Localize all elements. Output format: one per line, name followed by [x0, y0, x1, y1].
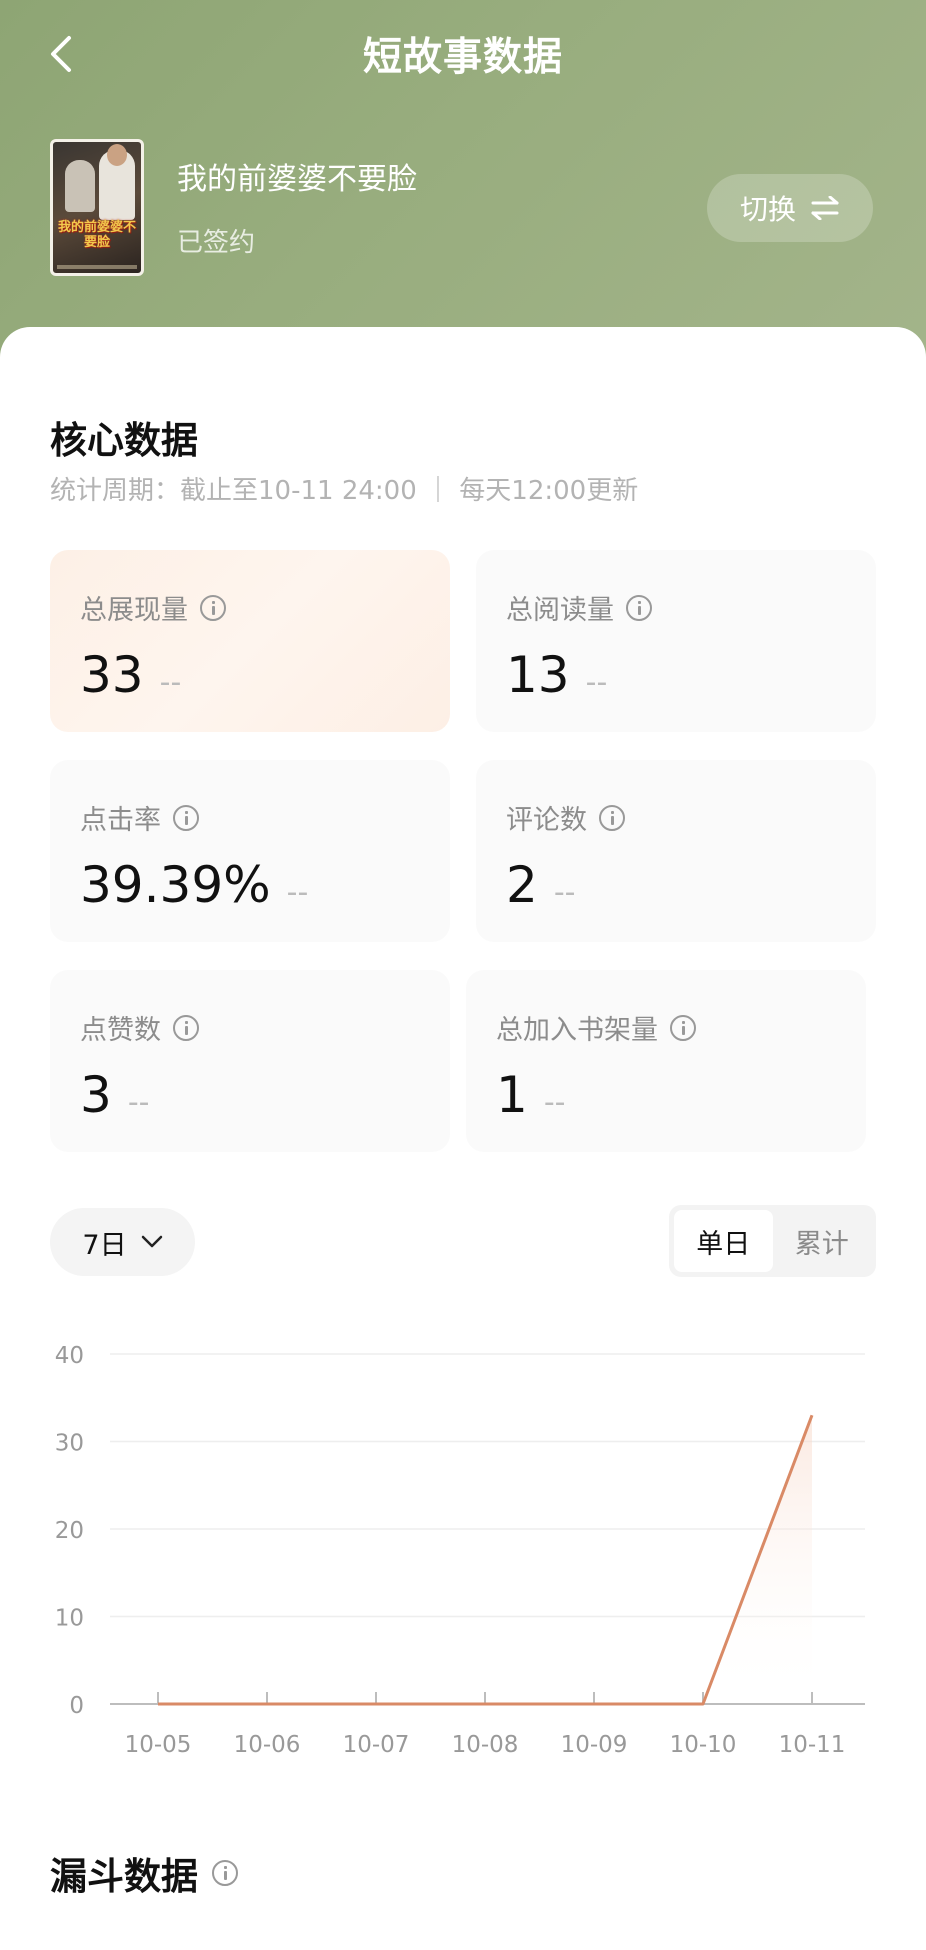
metric-label-row: 总阅读量	[506, 588, 652, 627]
metric-value: 1	[496, 1066, 528, 1124]
metric-value: 33	[80, 646, 144, 704]
x-tick-label: 10-11	[779, 1732, 846, 1758]
metric-label: 总阅读量	[506, 595, 614, 626]
cover-title: 我的前婆婆不要脸	[57, 220, 136, 250]
metric-label-row: 点击率	[80, 798, 199, 837]
metric-label: 点赞数	[80, 1015, 161, 1046]
switch-label: 切换	[739, 193, 796, 226]
info-icon[interactable]	[670, 1014, 696, 1041]
metric-label-row: 总加入书架量	[496, 1008, 696, 1047]
metric-trend: --	[159, 665, 182, 700]
range-label: 7日	[82, 1229, 127, 1261]
metric-value: 39.39%	[80, 856, 271, 914]
funnel-title: 漏斗数据	[50, 1855, 198, 1898]
cover-figure	[65, 160, 95, 212]
info-icon[interactable]	[599, 804, 625, 831]
info-icon[interactable]	[200, 594, 226, 621]
metric-trend: --	[553, 875, 576, 910]
book-title: 我的前婆婆不要脸	[177, 162, 417, 197]
metric-label: 点击率	[80, 805, 161, 836]
metric-trend: --	[286, 875, 309, 910]
metric-trend: --	[127, 1085, 150, 1120]
metric-value-row: 2 --	[506, 856, 575, 914]
metric-trend: --	[543, 1085, 566, 1120]
metric-value-row: 13 --	[506, 646, 607, 704]
metric-label: 总加入书架量	[496, 1015, 658, 1046]
metric-value-row: 33 --	[80, 646, 181, 704]
book-status: 已签约	[177, 228, 256, 258]
x-tick-label: 10-08	[452, 1732, 519, 1758]
metric-label-row: 总展现量	[80, 588, 226, 627]
stat-period: 统计周期：截止至10-11 24:00 ｜ 每天12:00更新	[50, 476, 639, 506]
y-tick-label: 20	[55, 1518, 84, 1544]
metric-value: 13	[506, 646, 570, 704]
info-icon[interactable]	[173, 1014, 199, 1041]
cover-figure	[107, 144, 127, 166]
range-select[interactable]: 7日	[50, 1208, 195, 1276]
metric-value-row: 39.39% --	[80, 856, 308, 914]
y-tick-label: 10	[55, 1606, 84, 1632]
header: 短故事数据 我的前婆婆不要脸 我的前婆婆不要脸 已签约 切换	[0, 0, 926, 360]
tab-daily[interactable]: 单日	[674, 1210, 773, 1272]
tab-cumulative[interactable]: 累计	[773, 1210, 872, 1272]
metric-card[interactable]: 点赞数 3 --	[50, 970, 450, 1152]
metric-card[interactable]: 总展现量 33 --	[50, 550, 450, 732]
x-tick-label: 10-05	[125, 1732, 192, 1758]
chevron-down-icon	[141, 1235, 162, 1248]
y-tick-label: 0	[69, 1693, 84, 1719]
metric-label-row: 点赞数	[80, 1008, 199, 1047]
swap-arrows-icon	[811, 196, 839, 220]
x-tick-label: 10-06	[234, 1732, 301, 1758]
book-cover[interactable]: 我的前婆婆不要脸	[50, 139, 144, 276]
metric-label: 总展现量	[80, 595, 188, 626]
x-tick-label: 10-09	[561, 1732, 628, 1758]
switch-button[interactable]: 切换	[707, 174, 873, 242]
info-icon[interactable]	[212, 1860, 238, 1886]
metric-value: 2	[506, 856, 538, 914]
metric-label-row: 评论数	[506, 798, 625, 837]
funnel-title-row: 漏斗数据	[50, 1846, 238, 1900]
metric-label: 评论数	[506, 805, 587, 836]
metric-value-row: 3 --	[80, 1066, 149, 1124]
y-tick-label: 40	[55, 1343, 84, 1369]
series-line	[158, 1414, 814, 1706]
metric-value-row: 1 --	[496, 1066, 565, 1124]
x-tick-label: 10-07	[343, 1732, 410, 1758]
metric-card[interactable]: 总加入书架量 1 --	[466, 970, 866, 1152]
metric-trend: --	[585, 665, 608, 700]
page-title: 短故事数据	[362, 35, 563, 80]
line-chart: 0 10 20 30 40 10-05 10-06 10-07 10-08 10-09 10-10 1…	[55, 1343, 865, 1758]
info-icon[interactable]	[626, 594, 652, 621]
core-data-title: 核心数据	[50, 419, 198, 462]
metric-card[interactable]: 点击率 39.39% --	[50, 760, 450, 942]
metric-card[interactable]: 评论数 2 --	[476, 760, 876, 942]
x-tick-label: 10-10	[670, 1732, 737, 1758]
series-area	[158, 1415, 812, 1704]
info-icon[interactable]	[173, 804, 199, 831]
metric-value: 3	[80, 1066, 112, 1124]
y-tick-label: 30	[55, 1431, 84, 1457]
view-toggle: 单日 累计	[669, 1205, 876, 1277]
metric-card[interactable]: 总阅读量 13 --	[476, 550, 876, 732]
cover-decoration	[57, 265, 137, 269]
